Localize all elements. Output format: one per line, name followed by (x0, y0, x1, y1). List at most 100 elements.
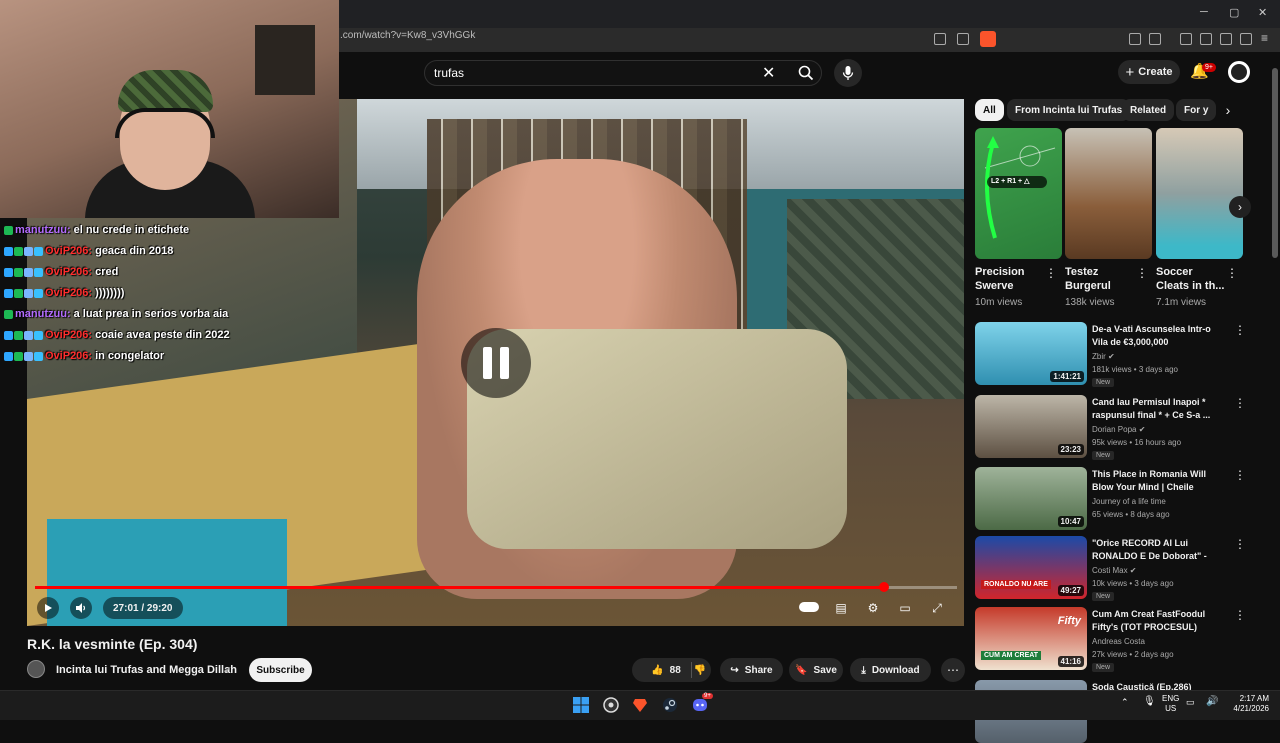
short1-overlay-text: L2 + R1 + △ (991, 178, 1030, 185)
voice-search-button[interactable] (834, 59, 862, 87)
rec-thumbnail[interactable]: CUM AM CREAT Fifty 41:16 (975, 607, 1087, 670)
leo-icon[interactable] (1240, 33, 1252, 45)
chip-for-you[interactable]: For y (1176, 99, 1216, 121)
channel-name[interactable]: Incinta lui Trufas and Megga Dillah (56, 664, 237, 676)
rec-thumbnail[interactable]: 1:41:21 (975, 322, 1087, 385)
autoplay-toggle[interactable] (799, 602, 819, 612)
wallet-icon[interactable] (1220, 33, 1232, 45)
create-button[interactable]: + Create (1118, 60, 1180, 84)
chat-username: OviP206: (45, 266, 93, 278)
short-thumbnail[interactable] (1156, 128, 1243, 259)
media-icon[interactable] (1180, 33, 1192, 45)
kebab-menu-icon[interactable]: ⋮ (1234, 537, 1246, 551)
obs-icon[interactable] (601, 695, 621, 715)
windows-start-icon[interactable] (571, 695, 591, 715)
chip-all[interactable]: All (975, 99, 1004, 121)
rec-channel[interactable]: Zbir ✔ (1092, 352, 1115, 361)
kebab-menu-icon[interactable]: ⋮ (1234, 323, 1246, 337)
chat-badge-icon (4, 351, 13, 361)
kebab-menu-icon[interactable]: ⋮ (1136, 266, 1148, 280)
pause-overlay-icon[interactable] (461, 328, 531, 398)
chat-username: OviP206: (45, 329, 93, 341)
close-window-icon[interactable]: ✕ (1258, 6, 1267, 19)
rec-title[interactable]: Cand Iau Permisul Inapoi * raspunsul fin… (1092, 396, 1222, 422)
maximize-icon[interactable]: ▢ (1229, 6, 1239, 19)
more-actions-icon[interactable]: ⋯ (941, 658, 965, 682)
video-duration-badge: 49:27 (1057, 585, 1084, 596)
url-text[interactable]: .com/watch?v=Kw8_v3VhGGk (340, 30, 475, 41)
steam-icon[interactable] (660, 695, 680, 715)
tray-mic-icon[interactable]: 🎙 (1143, 696, 1156, 707)
tray-volume-icon[interactable]: 🔊 (1206, 696, 1218, 707)
thumbs-down-icon: 👎 (693, 664, 707, 676)
volume-button[interactable] (70, 597, 92, 619)
kebab-menu-icon[interactable]: ⋮ (1226, 266, 1238, 280)
taskbar-clock[interactable]: 2:17 AM 4/21/2026 (1225, 694, 1269, 714)
chat-badge-icon (34, 246, 43, 256)
rec-channel[interactable]: Andreas Costa (1092, 637, 1145, 646)
rec-title[interactable]: De-a V-ati Ascunselea Intr-o Vila de €3,… (1092, 323, 1222, 349)
rec-title[interactable]: Cum Am Creat FastFoodul Fifty's (TOT PRO… (1092, 608, 1222, 634)
rec-title[interactable]: This Place in Romania Will Blow Your Min… (1092, 468, 1222, 494)
rec-thumbnail[interactable]: 10:47 (975, 467, 1087, 530)
kebab-menu-icon[interactable]: ⋮ (1234, 608, 1246, 622)
play-button[interactable] (37, 597, 59, 619)
share-page-icon[interactable] (957, 33, 969, 45)
short-title[interactable]: Testez Burgerul Lu... (1065, 265, 1135, 293)
rec-thumbnail[interactable]: RONALDO NU ARE 49:27 (975, 536, 1087, 599)
rec-title[interactable]: "Orice RECORD AI Lui RONALDO E De Dobora… (1092, 537, 1222, 563)
account-avatar[interactable] (1228, 61, 1250, 83)
thumbs-up-icon: 👍 (651, 664, 664, 676)
clear-search-icon[interactable]: ✕ (762, 63, 775, 83)
rec-meta: 10k views • 3 days ago (1092, 579, 1174, 588)
progress-scrubber[interactable] (879, 582, 889, 592)
rec-channel[interactable]: Dorian Popa ✔ (1092, 425, 1145, 434)
short-thumbnail[interactable]: L2 + R1 + △ (975, 128, 1062, 259)
kebab-menu-icon[interactable]: ⋮ (1234, 396, 1246, 410)
chip-from-channel[interactable]: From Incinta lui Trufas (1007, 99, 1131, 121)
extensions-icon[interactable] (1129, 33, 1141, 45)
microphone-icon (842, 66, 854, 80)
search-input-value[interactable]: trufas (434, 66, 464, 80)
chevron-right-icon[interactable]: › (1218, 99, 1238, 121)
tray-network-icon[interactable]: ▭ (1186, 697, 1195, 708)
short-title[interactable]: Precision Swerve Pas... (975, 265, 1045, 293)
theater-mode-icon[interactable]: ▭ (895, 599, 915, 617)
rec-channel[interactable]: Costi Max ✔ (1092, 566, 1137, 575)
language-indicator[interactable]: ENG US (1162, 694, 1179, 714)
minimize-icon[interactable]: ─ (1200, 6, 1208, 18)
chat-badge-icon (24, 330, 33, 340)
tab-search-icon[interactable] (1149, 33, 1161, 45)
save-button[interactable]: 🔖 Save (789, 658, 843, 682)
short-thumbnail[interactable] (1065, 128, 1152, 259)
chevron-right-icon[interactable]: › (1229, 196, 1251, 218)
dislike-button[interactable]: 👎 (689, 658, 711, 682)
new-badge: New (1092, 378, 1115, 387)
sidebar-icon[interactable] (1200, 33, 1212, 45)
chat-message: OviP206: cred (4, 266, 118, 278)
like-button[interactable]: 👍 88 (651, 662, 692, 678)
brave-shield-icon[interactable] (980, 31, 996, 47)
fullscreen-icon[interactable]: ⤢ (927, 599, 947, 617)
short-title[interactable]: Soccer Cleats in th... (1156, 265, 1226, 293)
browser-menu-icon[interactable]: ≡ (1261, 31, 1268, 45)
chat-badge-icon (34, 330, 43, 340)
share-button[interactable]: ↪ Share (720, 658, 783, 682)
subtitles-icon[interactable]: ▤ (831, 599, 851, 617)
tray-chevron-up-icon[interactable]: ⌃ (1121, 697, 1129, 708)
rec-thumbnail[interactable]: 23:23 (975, 395, 1087, 458)
download-button[interactable]: ⤓ Download (850, 658, 931, 682)
settings-gear-icon[interactable]: ⚙ (863, 599, 883, 617)
kebab-menu-icon[interactable]: ⋮ (1045, 266, 1057, 280)
search-button[interactable] (790, 60, 822, 86)
kebab-menu-icon[interactable]: ⋮ (1234, 468, 1246, 482)
subscribe-button[interactable]: Subscribe (249, 658, 312, 682)
rec-channel[interactable]: Journey of a life time (1092, 497, 1166, 506)
brave-taskbar-icon[interactable] (630, 695, 650, 715)
chat-message: OviP206: geaca din 2018 (4, 245, 173, 257)
obs-logo-icon (603, 697, 619, 713)
channel-avatar[interactable] (27, 660, 45, 678)
chip-related[interactable]: Related (1122, 99, 1175, 121)
scrollbar-thumb[interactable] (1272, 68, 1278, 258)
cast-icon[interactable] (934, 33, 946, 45)
